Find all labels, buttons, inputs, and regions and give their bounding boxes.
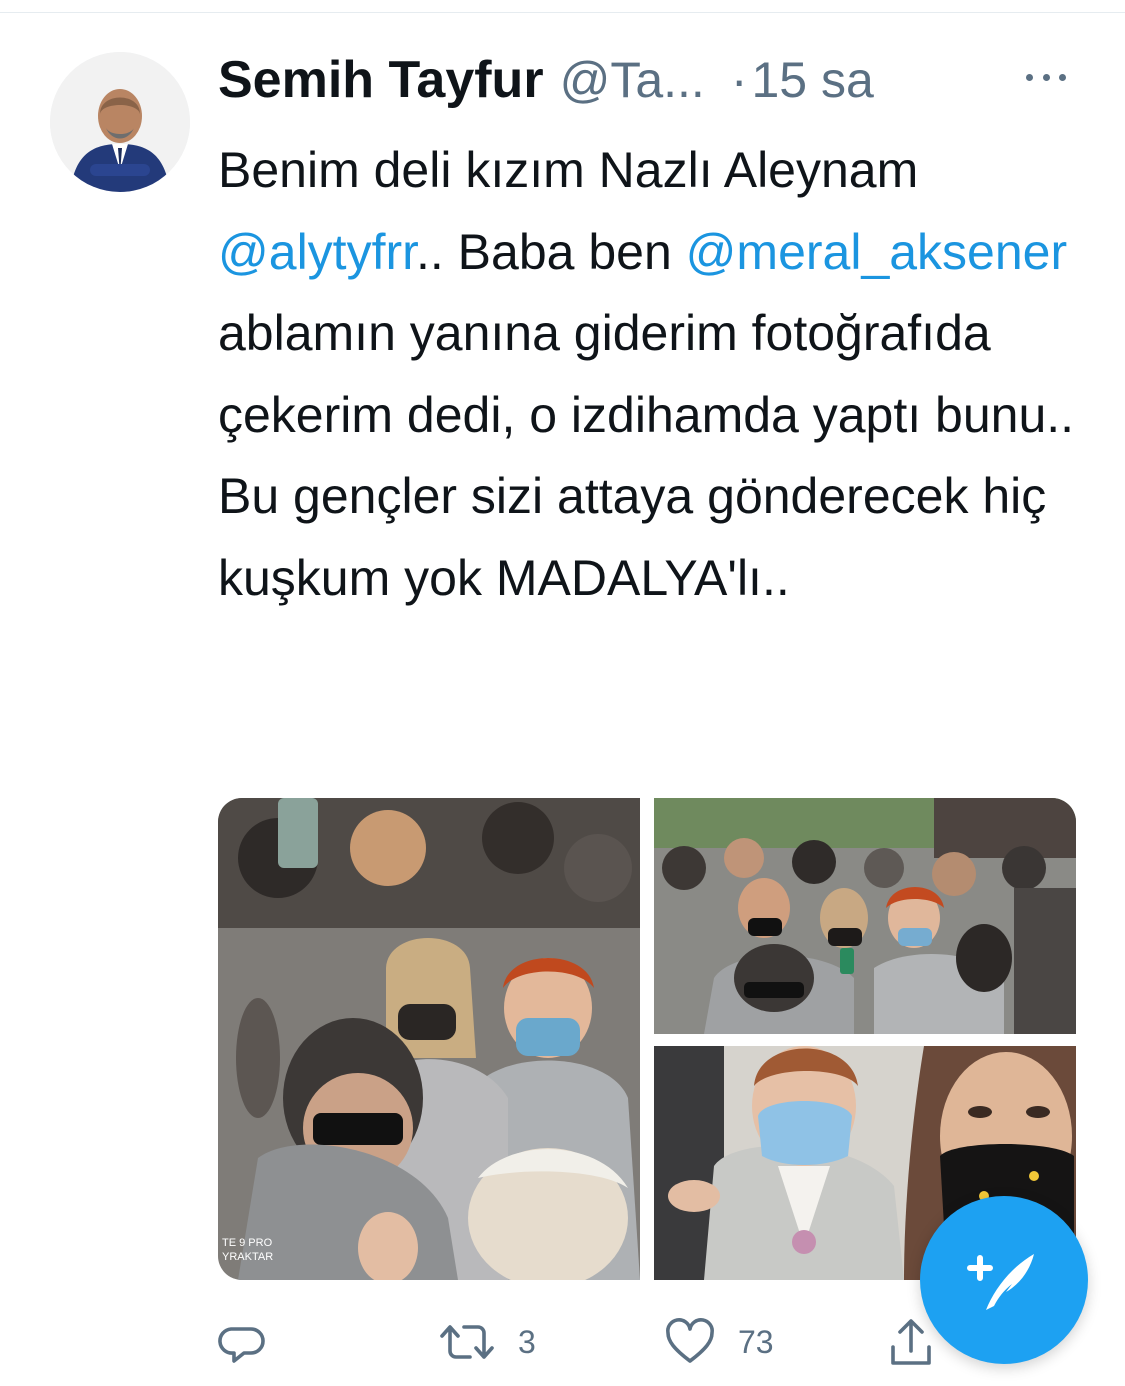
mention-link[interactable]: @alytyfrr [218,224,416,280]
tweet-text-segment: ablamın yanına giderim fotoğrafıda çeker… [218,305,1075,606]
watermark-line: TE 9 PRO [222,1237,273,1249]
share-icon [891,1319,931,1365]
share-button[interactable] [888,1314,934,1370]
watermark-line: YRAKTAR [222,1251,274,1263]
author-handle[interactable]: @Ta... [560,51,705,109]
more-icon[interactable] [1026,62,1066,92]
like-count: 73 [738,1323,774,1360]
retweet-button[interactable]: 3 [438,1314,536,1370]
tweet-photo[interactable] [654,798,1076,1034]
compose-tweet-button[interactable] [920,1196,1088,1364]
tweet-photo[interactable]: TE 9 PRO YRAKTAR [218,798,640,1280]
tweet-page: Semih Tayfur @Ta... · 15 sa Benim deli k… [0,0,1125,1386]
photo-watermark: TE 9 PRO YRAKTAR [222,1236,273,1264]
retweet-icon [440,1325,494,1359]
author-name[interactable]: Semih Tayfur [218,50,544,110]
reply-icon [218,1327,265,1363]
tweet-text-segment: Benim deli kızım Nazlı Aleynam [218,142,919,198]
mention-link[interactable]: @meral_aksener [686,224,1067,280]
tweet-actions: 3 73 [218,1314,978,1370]
tweet-header: Semih Tayfur @Ta... · 15 sa [218,50,1078,110]
divider [0,12,1125,13]
media-grid: TE 9 PRO YRAKTAR [218,798,1076,1280]
compose-tweet-icon [967,1254,1034,1310]
reply-button[interactable] [218,1314,290,1370]
tweet-text: Benim deli kızım Nazlı Aleynam @alytyfrr… [218,130,1098,619]
retweet-count: 3 [518,1323,536,1360]
author-avatar[interactable] [50,52,190,192]
tweet-text-segment: .. Baba ben [416,223,686,280]
tweet-timestamp[interactable]: 15 sa [751,51,873,109]
like-button[interactable]: 73 [664,1314,774,1370]
heart-icon [666,1318,714,1363]
separator-dot: · [730,52,748,108]
